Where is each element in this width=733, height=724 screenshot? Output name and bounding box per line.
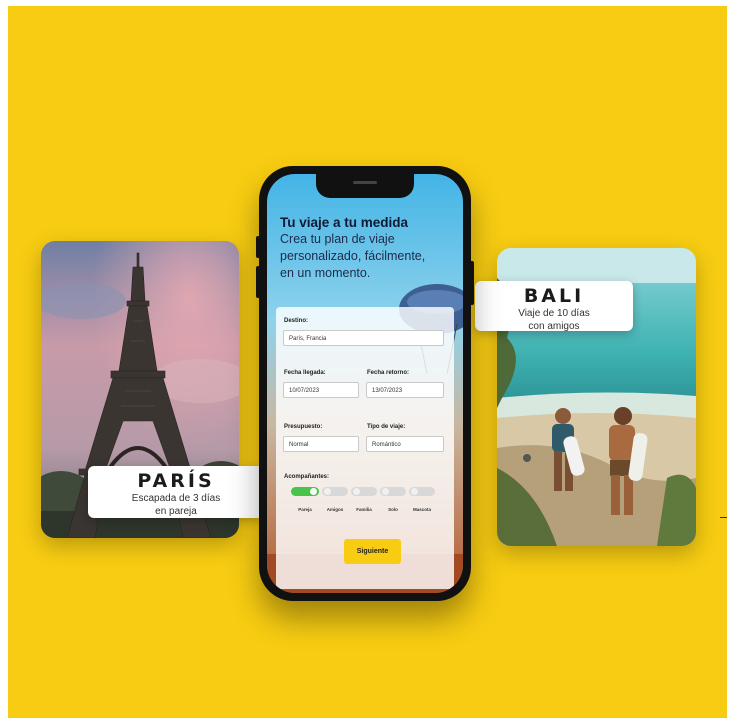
phone-notch <box>316 174 414 198</box>
companion-label-pareja: Pareja <box>298 507 312 512</box>
phone-power-button <box>470 261 474 305</box>
retorno-date-input[interactable]: 13/07/2023 <box>366 382 444 398</box>
paris-subtitle-line1: Escapada de 3 días <box>131 493 221 504</box>
paris-label-card: PARÍS Escapada de 3 días en pareja <box>88 466 264 518</box>
phone-side-button <box>256 236 260 258</box>
llegada-date-input[interactable]: 10/07/2023 <box>283 382 359 398</box>
subhead-line2: personalizado, fácilmente, <box>280 249 426 263</box>
toggle-knob <box>324 488 331 495</box>
toggle-knob <box>310 488 317 495</box>
phone-screen: Tu viaje a tu medida Crea tu plan de via… <box>267 174 463 593</box>
companion-label-solo: Solo <box>388 507 398 512</box>
acompanantes-label: Acompañantes: <box>284 474 330 480</box>
paris-title: PARÍS <box>137 470 215 492</box>
retorno-label: Fecha retorno: <box>367 370 410 376</box>
bali-subtitle-line2: con amigos <box>528 321 580 332</box>
tipo-viaje-select[interactable]: Romántico <box>366 436 444 452</box>
companion-label-familia: Familia <box>356 507 372 512</box>
toggle-knob <box>353 488 360 495</box>
decorative-dash <box>720 517 727 518</box>
canvas: PARÍS Escapada de 3 días en pareja BALI … <box>8 6 727 718</box>
bali-subtitle-line1: Viaje de 10 días <box>518 308 590 319</box>
phone-volume-button <box>256 266 260 298</box>
toggle-familia[interactable] <box>351 487 377 496</box>
headline-title: Tu viaje a tu medida <box>280 215 409 230</box>
toggle-pareja[interactable] <box>291 487 319 496</box>
toggle-amigos[interactable] <box>322 487 348 496</box>
paris-subtitle-line2: en pareja <box>155 506 197 517</box>
presupuesto-select[interactable]: Normal <box>283 436 359 452</box>
destino-input[interactable]: París, Francia <box>283 330 444 346</box>
llegada-label: Fecha llegada: <box>284 370 326 376</box>
destino-label: Destino: <box>284 318 308 324</box>
toggle-solo[interactable] <box>380 487 406 496</box>
companion-label-amigos: Amigos <box>326 507 344 512</box>
phone-mockup: Tu viaje a tu medida Crea tu plan de via… <box>256 166 474 601</box>
screen-header: Tu viaje a tu medida Crea tu plan de via… <box>280 214 460 282</box>
companion-label-mascota: Mascota <box>412 507 431 512</box>
tipo-viaje-label: Tipo de viaje: <box>367 424 406 430</box>
toggle-knob <box>382 488 389 495</box>
subhead-line1: Crea tu plan de viaje <box>280 232 395 246</box>
toggle-knob <box>411 488 418 495</box>
bali-title: BALI <box>523 285 585 307</box>
subhead-line3: en un momento. <box>280 266 371 280</box>
bali-label-card: BALI Viaje de 10 días con amigos <box>475 281 633 332</box>
next-button[interactable]: Siguiente <box>344 539 401 564</box>
toggle-mascota[interactable] <box>409 487 435 496</box>
speaker-grille <box>353 181 377 184</box>
presupuesto-label: Presupuesto: <box>284 424 323 430</box>
